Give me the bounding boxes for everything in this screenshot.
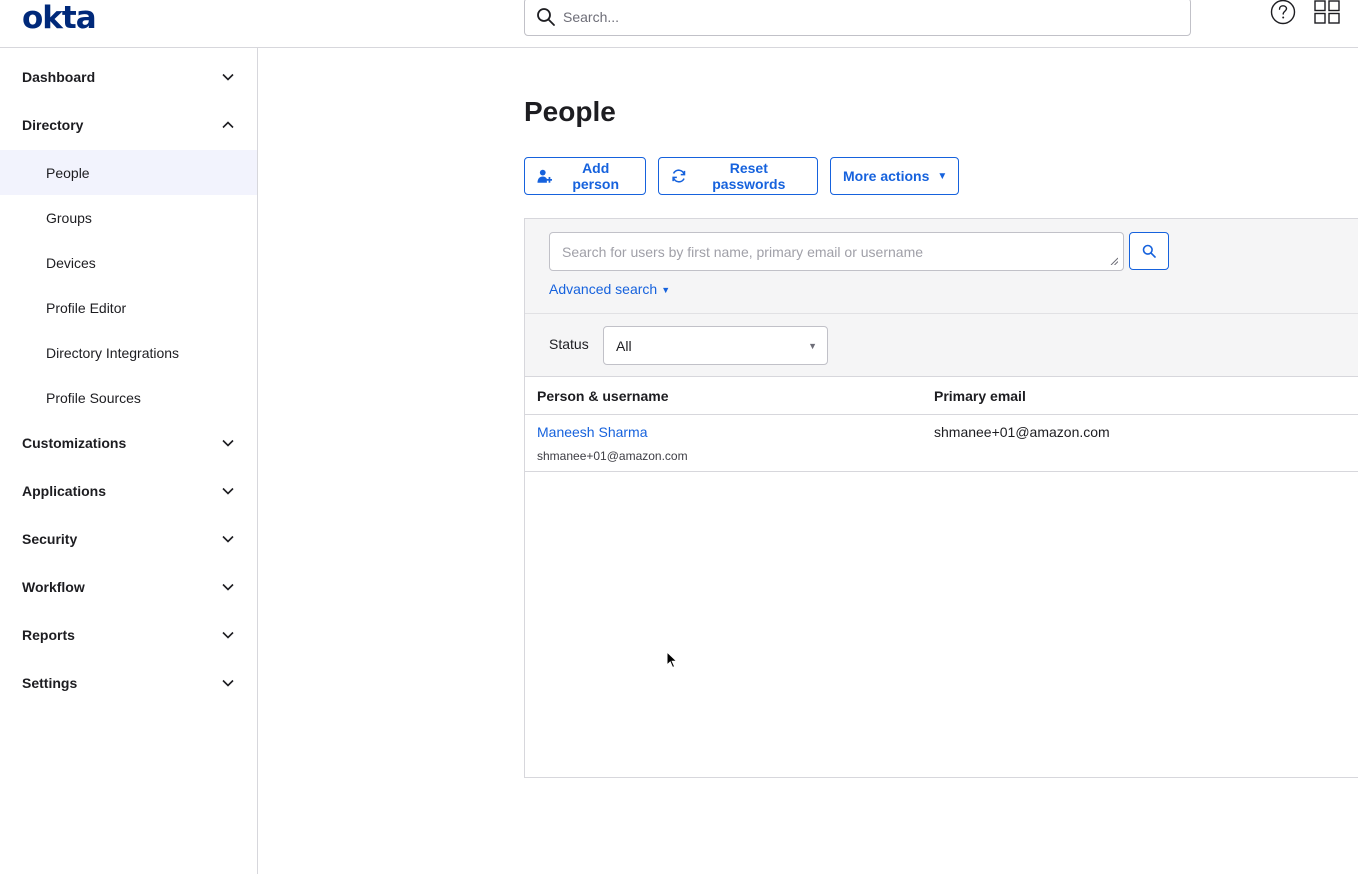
search-icon [537,8,555,26]
page-title: People [524,96,616,127]
more-actions-dropdown[interactable]: More actions ▼ [830,157,959,195]
more-actions-label: More actions [843,168,930,184]
top-bar: okta [0,0,1358,48]
chevron-down-icon [222,439,234,447]
sidebar-section-applications[interactable]: Applications [0,467,257,515]
sidebar-section-label: Security [22,531,78,547]
chevron-down-icon [222,631,234,639]
add-user-icon [537,169,553,183]
sidebar-nav: Dashboard Directory People Groups Device… [0,48,258,874]
refresh-icon [672,169,686,183]
search-icon [1142,244,1156,258]
table-header: Person & username Primary email [525,377,1358,415]
sidebar-section-label: Directory [22,117,84,133]
chevron-down-icon [222,73,234,81]
user-search-area: Search for users by first name, primary … [525,219,1358,314]
resize-grip-icon[interactable] [1110,257,1118,265]
chevron-down-icon [222,487,234,495]
sidebar-item-label: People [46,164,90,181]
column-header-email[interactable]: Primary email [934,388,1026,404]
sidebar-item-profile-editor[interactable]: Profile Editor [0,285,257,330]
chevron-down-icon [222,583,234,591]
sidebar-item-label: Profile Sources [46,389,141,406]
sidebar-item-profile-sources[interactable]: Profile Sources [0,375,257,420]
sidebar-section-label: Reports [22,627,75,643]
sidebar-section-label: Settings [22,675,78,691]
status-filter-label: Status [549,336,589,352]
caret-down-icon: ▼ [808,341,817,351]
caret-down-icon: ▼ [661,285,671,295]
help-icon[interactable] [1270,0,1296,26]
user-search-input[interactable]: Search for users by first name, primary … [549,232,1124,271]
app-switcher-icon[interactable] [1314,0,1340,24]
person-username: shmanee+01@amazon.com [537,449,688,463]
sidebar-section-label: Customizations [22,435,127,451]
user-search-placeholder: Search for users by first name, primary … [562,243,924,260]
sidebar-item-devices[interactable]: Devices [0,240,257,285]
status-filter-select[interactable]: All ▼ [603,326,828,365]
sidebar-section-settings[interactable]: Settings [0,659,257,707]
table-row: Maneesh Sharma shmanee+01@amazon.com shm… [525,415,1358,472]
okta-logo[interactable]: okta [22,2,97,34]
sidebar-item-directory-integrations[interactable]: Directory Integrations [0,330,257,375]
chevron-up-icon [222,121,234,129]
person-name-link[interactable]: Maneesh Sharma [537,424,648,440]
sidebar-section-customizations[interactable]: Customizations [0,419,257,467]
sidebar-item-label: Directory Integrations [46,344,180,361]
sidebar-section-workflow[interactable]: Workflow [0,563,257,611]
sidebar-item-people[interactable]: People [0,150,257,195]
caret-down-icon: ▼ [937,170,948,182]
sidebar-item-label: Groups [46,209,92,226]
chevron-down-icon [222,535,234,543]
add-person-button[interactable]: Add person [524,157,646,195]
sidebar-section-directory[interactable]: Directory [0,101,257,149]
reset-passwords-label: Reset passwords [712,160,786,192]
global-search-box[interactable] [524,0,1191,36]
chevron-down-icon [222,679,234,687]
mouse-cursor-icon [666,651,678,669]
sidebar-section-label: Applications [22,483,107,499]
sidebar-item-label: Profile Editor [46,299,127,316]
sidebar-item-groups[interactable]: Groups [0,195,257,240]
column-header-person[interactable]: Person & username [537,388,669,404]
status-filter-value: All [616,337,632,354]
global-search-input[interactable] [563,9,1163,25]
user-search-button[interactable] [1129,232,1169,270]
status-filter-area: Status All ▼ [525,314,1358,377]
sidebar-section-label: Dashboard [22,69,96,85]
sidebar-section-reports[interactable]: Reports [0,611,257,659]
add-person-label: Add person [572,160,620,192]
reset-passwords-button[interactable]: Reset passwords [658,157,818,195]
sidebar-section-label: Workflow [22,579,85,595]
people-panel: Search for users by first name, primary … [524,218,1358,778]
person-primary-email: shmanee+01@amazon.com [934,424,1110,440]
advanced-search-toggle[interactable]: Advanced search ▼ [549,281,670,297]
sidebar-section-security[interactable]: Security [0,515,257,563]
sidebar-section-dashboard[interactable]: Dashboard [0,53,257,101]
advanced-search-label: Advanced search [549,281,658,297]
sidebar-item-label: Devices [46,254,96,271]
